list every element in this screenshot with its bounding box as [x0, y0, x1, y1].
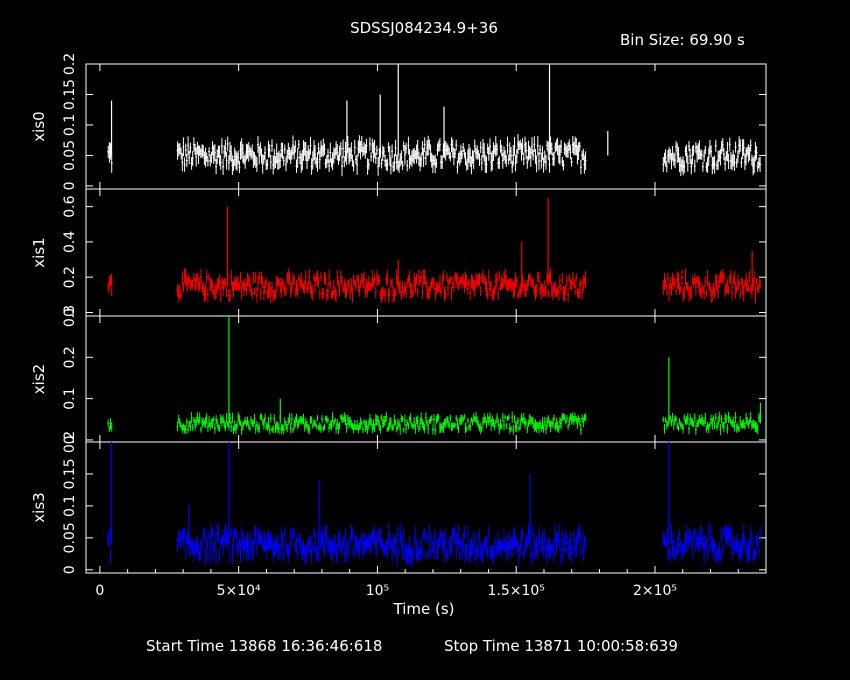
start-time-label: Start Time 13868 16:36:46:618 — [146, 637, 382, 655]
xis0-y-tick-label: 0.05 — [62, 140, 78, 171]
xis0-axis-label: xis0 — [30, 111, 48, 141]
xis3-y-tick-label: 0.05 — [62, 522, 78, 553]
xis0-y-tick-label: 0.15 — [62, 79, 78, 110]
bin-size-label: Bin Size: 69.90 s — [620, 31, 745, 49]
light-curve-plot: SDSSJ084234.9+36 Bin Size: 69.90 s Time … — [30, 19, 767, 655]
xis0-y-tick-label: 0.1 — [62, 114, 78, 136]
xis3-series-line — [107, 522, 762, 567]
xis2-axis-label: xis2 — [30, 364, 48, 394]
xis1-y-tick-label: 0.2 — [62, 266, 78, 288]
xis0-panel-frame — [85, 63, 767, 190]
xis3-y-tick-label: 0 — [62, 565, 78, 574]
xis3-y-tick-label: 0.15 — [62, 458, 78, 489]
x-tick-label: 0 — [95, 583, 104, 599]
xis1-panel-frame — [85, 188, 767, 317]
x-tick-label: 10⁵ — [366, 583, 389, 599]
xis0-series-line — [107, 134, 762, 177]
xis3-axis-label: xis3 — [30, 492, 48, 522]
xis2-panel-frame — [85, 315, 767, 443]
x-tick-label: 1.5×10⁵ — [487, 583, 544, 599]
xis0-y-tick-label: 0.2 — [62, 53, 78, 75]
xis1-axis-label: xis1 — [30, 237, 48, 267]
stop-time-label: Stop Time 13871 10:00:58:639 — [444, 637, 678, 655]
chart-title: SDSSJ084234.9+36 — [350, 19, 498, 37]
xis0-y-tick-label: 0 — [62, 181, 78, 190]
x-axis-label: Time (s) — [393, 600, 455, 618]
x-tick-label: 2×10⁵ — [633, 583, 677, 599]
xis2-y-tick-label: 0.2 — [62, 346, 78, 368]
x-tick-label: 5×10⁴ — [217, 583, 261, 599]
xis2-y-tick-label: 0.3 — [62, 305, 78, 327]
xis1-series-line — [107, 268, 762, 304]
xis3-y-tick-label: 0.1 — [62, 495, 78, 517]
xis1-y-tick-label: 0.6 — [62, 195, 78, 217]
xis1-y-tick-label: 0.4 — [62, 231, 78, 253]
xis2-series-line — [107, 411, 762, 436]
xis2-y-tick-label: 0.1 — [62, 387, 78, 409]
xis3-y-tick-label: 0.2 — [62, 431, 78, 453]
